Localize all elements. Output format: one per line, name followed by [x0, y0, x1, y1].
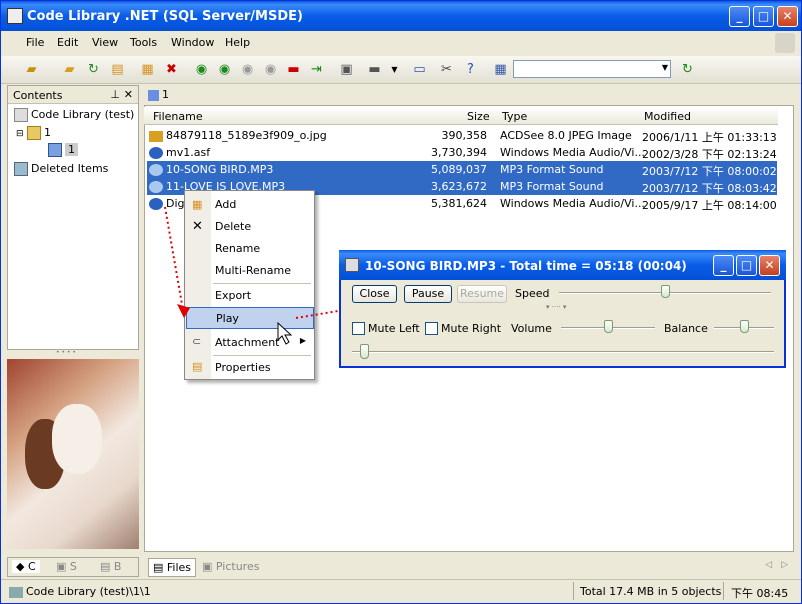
splitter-grip[interactable]: ▾ ···· ▾ — [546, 303, 566, 311]
mute-right-label: Mute Right — [441, 322, 502, 335]
balance-slider-thumb[interactable] — [739, 320, 749, 333]
pause-button[interactable]: Pause — [404, 285, 452, 303]
player-app-icon — [345, 258, 359, 272]
player-close-button[interactable]: ✕ — [759, 255, 780, 276]
mute-left-label: Mute Left — [368, 322, 420, 335]
speed-slider-thumb[interactable] — [660, 285, 670, 298]
player-minimize-button[interactable]: _ — [713, 255, 734, 276]
volume-label: Volume — [511, 322, 552, 335]
speed-label: Speed — [515, 287, 550, 300]
resume-button[interactable]: Resume — [457, 285, 507, 303]
progress-slider[interactable] — [352, 351, 774, 353]
annotation-arrowhead-down — [177, 304, 190, 318]
player-title-bar[interactable]: 10-SONG BIRD.MP3 - Total time = 05:18 (0… — [339, 250, 786, 280]
player-maximize-button[interactable]: □ — [736, 255, 757, 276]
volume-slider-thumb[interactable] — [603, 320, 613, 333]
player-close-action[interactable]: Close — [352, 285, 397, 303]
player-window: 10-SONG BIRD.MP3 - Total time = 05:18 (0… — [339, 250, 786, 368]
player-title: 10-SONG BIRD.MP3 - Total time = 05:18 (0… — [365, 259, 687, 273]
mute-right-checkbox[interactable] — [425, 322, 438, 335]
balance-label: Balance — [664, 322, 708, 335]
mute-left-checkbox[interactable] — [352, 322, 365, 335]
annotation-arrow-down — [164, 206, 184, 311]
progress-slider-thumb[interactable] — [360, 344, 370, 359]
mouse-cursor-icon — [277, 321, 293, 345]
